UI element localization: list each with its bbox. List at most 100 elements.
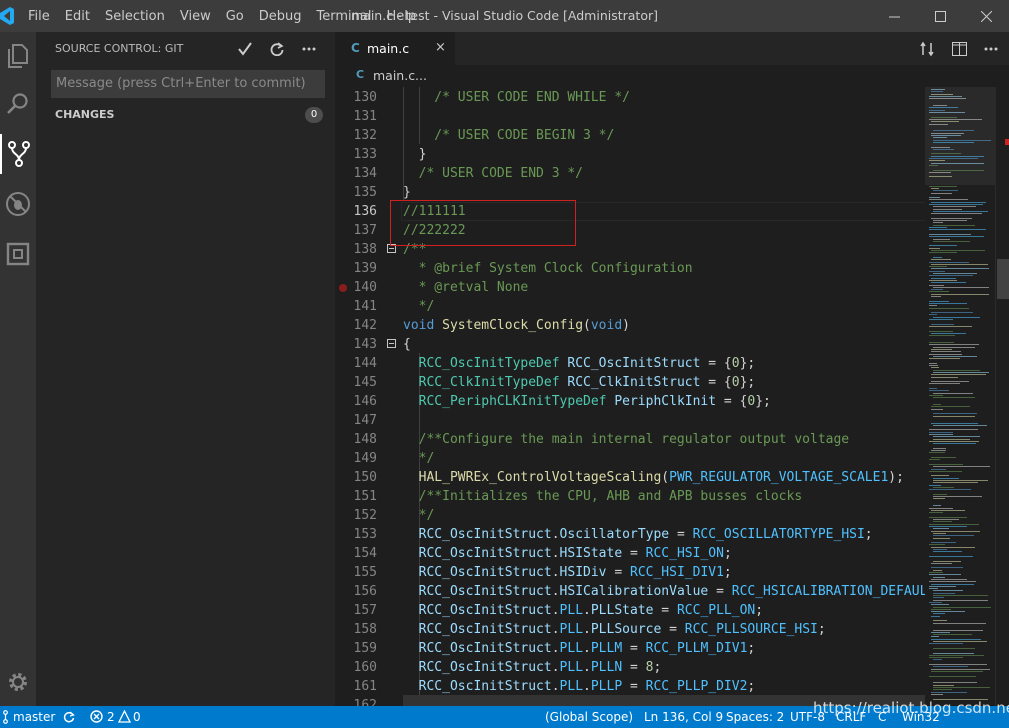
minimap-line (929, 544, 945, 546)
code-editor[interactable]: 130 /* USER CODE END WHILE */ 131 132 /* U… (335, 87, 925, 706)
code-line[interactable]: 145 RCC_ClkInitTypeDef RCC_ClkInitStruct… (335, 373, 925, 392)
code-text: * @brief System Clock Configuration (403, 261, 693, 276)
minimap-line (931, 135, 961, 136)
line-number: 159 (353, 641, 377, 656)
scrollbar-thumb[interactable] (997, 259, 1009, 299)
code-line[interactable]: 157 RCC_OscInitStruct.PLL.PLLState = RCC… (335, 601, 925, 620)
code-line[interactable]: 147 (335, 411, 925, 430)
code-text: RCC_OscInitStruct.HSIDiv = RCC_HSI_DIV1; (418, 565, 732, 580)
minimize-button[interactable] (871, 0, 917, 32)
code-line[interactable]: 160 RCC_OscInitStruct.PLL.PLLN = 8; (335, 658, 925, 677)
error-count[interactable]: 2 (107, 710, 115, 724)
code-line[interactable]: 156 RCC_OscInitStruct.HSICalibrationValu… (335, 582, 925, 601)
code-line[interactable]: 142 void SystemClock_Config(void) (335, 316, 925, 335)
vertical-scrollbar[interactable] (995, 87, 1009, 706)
commit-message-input[interactable]: Message (press Ctrl+Enter to commit) (51, 70, 325, 98)
tab-main-c[interactable]: C main.c × (335, 32, 455, 65)
code-line[interactable]: 131 (335, 107, 925, 126)
git-branch[interactable]: master (13, 710, 55, 724)
code-line[interactable]: 146 RCC_PeriphCLKInitTypeDef PeriphClkIn… (335, 392, 925, 411)
code-line[interactable]: 153 RCC_OscInitStruct.OscillatorType = R… (335, 525, 925, 544)
cursor-position[interactable]: Ln 136, Col 9 (644, 710, 723, 724)
code-line[interactable]: 130 /* USER CODE END WHILE */ (335, 88, 925, 107)
code-line[interactable]: 141 */ (335, 297, 925, 316)
minimap-line (933, 190, 958, 192)
menu-go[interactable]: Go (226, 9, 244, 24)
code-line[interactable]: 155 RCC_OscInitStruct.HSIDiv = RCC_HSI_D… (335, 563, 925, 582)
menu-edit[interactable]: Edit (65, 9, 90, 24)
minimap-line (929, 358, 960, 360)
more-actions-button[interactable] (298, 38, 320, 60)
minimap-line (929, 452, 945, 454)
split-editor-button[interactable] (949, 39, 969, 59)
minimap-line (933, 622, 986, 624)
code-line[interactable]: 133 } (335, 145, 925, 164)
warning-count[interactable]: 0 (133, 710, 141, 724)
code-line[interactable]: 154 RCC_OscInitStruct.HSIState = RCC_HSI… (335, 544, 925, 563)
code-line[interactable]: 159 RCC_OscInitStruct.PLL.PLLM = RCC_PLL… (335, 639, 925, 658)
activity-search[interactable] (0, 84, 36, 124)
menu-file[interactable]: File (28, 9, 50, 24)
activity-debug[interactable] (0, 184, 36, 224)
minimap-line (929, 523, 979, 525)
code-text: */ (403, 299, 435, 314)
minimap[interactable] (925, 87, 995, 706)
warning-icon (118, 710, 131, 723)
minimap-line (929, 643, 963, 645)
code-line[interactable]: 149 */ (335, 449, 925, 468)
refresh-button[interactable] (266, 38, 288, 60)
menu-bar: File Edit Selection View Go Debug Termin… (28, 0, 431, 32)
code-text: RCC_OscInitStruct.OscillatorType = RCC_O… (418, 527, 873, 542)
menu-debug[interactable]: Debug (259, 9, 302, 24)
minimap-line (931, 450, 946, 452)
menu-help[interactable]: Help (386, 9, 416, 24)
activity-settings[interactable] (0, 662, 36, 702)
code-line[interactable]: 158 RCC_OscInitStruct.PLL.PLLSource = RC… (335, 620, 925, 639)
indentation[interactable]: Spaces: 2 (726, 710, 784, 724)
breakpoint-icon[interactable] (339, 284, 347, 292)
minimap-line (931, 268, 989, 270)
scope-indicator[interactable]: (Global Scope) (545, 710, 633, 724)
minimap-line (929, 507, 953, 509)
activity-explorer[interactable] (0, 36, 36, 76)
minimap-line (929, 555, 973, 557)
activity-extensions[interactable] (0, 234, 36, 274)
code-text: { (403, 337, 411, 352)
menu-selection[interactable]: Selection (105, 9, 165, 24)
branch-icon (3, 710, 8, 724)
menu-view[interactable]: View (180, 9, 211, 24)
files-icon (8, 44, 28, 68)
code-line[interactable]: 148 /**Configure the main internal regul… (335, 430, 925, 449)
code-line[interactable]: 152 */ (335, 506, 925, 525)
code-line[interactable]: 143 { (335, 335, 925, 354)
close-window-button[interactable] (963, 0, 1009, 32)
fold-collapse-icon[interactable] (387, 339, 396, 348)
code-line[interactable]: 144 RCC_OscInitTypeDef RCC_OscInitStruct… (335, 354, 925, 373)
minimap-line (929, 171, 951, 173)
breadcrumb-file[interactable]: main.c (373, 68, 415, 83)
open-changes-button[interactable] (917, 39, 937, 59)
code-line[interactable]: 161 RCC_OscInitStruct.PLL.PLLP = RCC_PLL… (335, 677, 925, 696)
activity-source-control[interactable] (0, 134, 36, 174)
minimap-line (931, 567, 963, 569)
sync-icon[interactable] (63, 711, 75, 723)
code-line[interactable]: 150 HAL_PWREx_ControlVoltageScaling(PWR_… (335, 468, 925, 487)
menu-terminal[interactable]: Terminal (317, 9, 372, 24)
minimap-line (929, 118, 982, 120)
code-line[interactable]: 151 /**Initializes the CPU, AHB and APB … (335, 487, 925, 506)
minimap-line (933, 413, 977, 415)
code-line[interactable]: 139 * @brief System Clock Configuration (335, 259, 925, 278)
line-number: 138 (353, 242, 377, 257)
code-line[interactable]: 140 * @retval None (335, 278, 925, 297)
maximize-button[interactable] (917, 0, 963, 32)
editor-more-button[interactable] (981, 39, 1001, 59)
commit-button[interactable] (234, 38, 256, 60)
tab-close-icon[interactable]: × (435, 40, 446, 55)
code-line[interactable]: 132 /* USER CODE BEGIN 3 */ (335, 126, 925, 145)
line-number: 162 (353, 698, 377, 706)
code-line[interactable]: 134 /* USER CODE END 3 */ (335, 164, 925, 183)
breadcrumb-symbols[interactable]: ... (415, 68, 427, 83)
minimap-line (931, 293, 989, 295)
code-text: /* USER CODE END WHILE */ (403, 90, 630, 105)
changes-header[interactable]: CHANGES (55, 108, 114, 121)
